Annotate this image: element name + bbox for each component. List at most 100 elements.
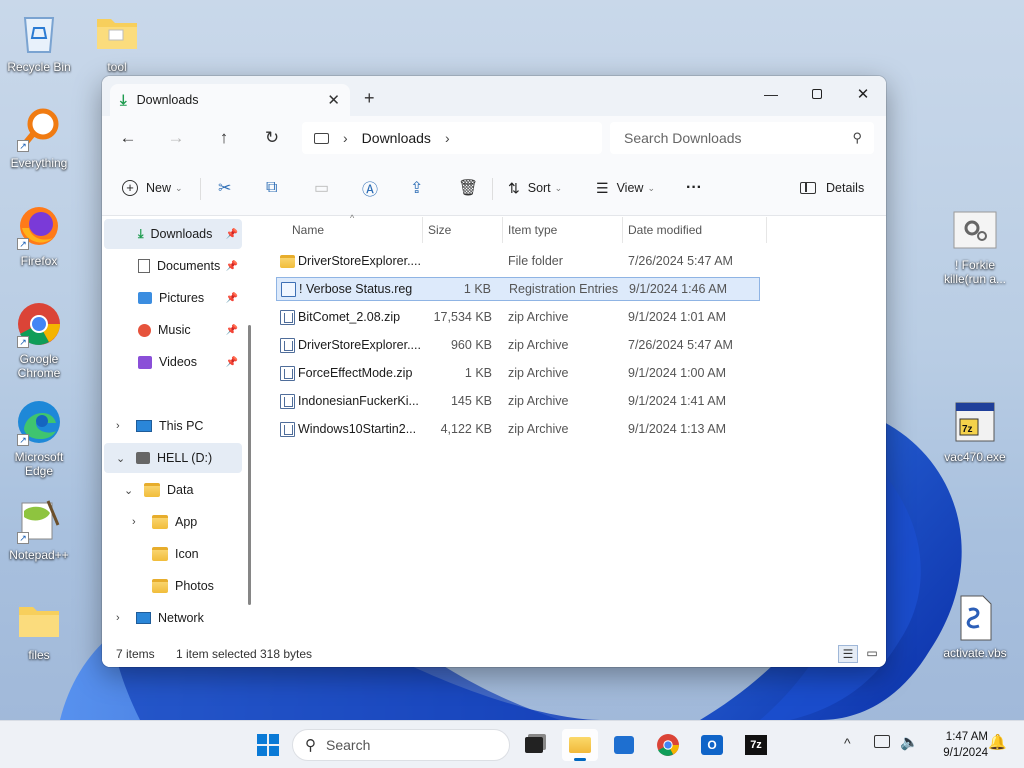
file-row[interactable]: ForceEffectMode.zip 1 KB zip Archive 9/1… [276, 361, 760, 385]
column-header-date[interactable]: Date modified [628, 217, 702, 243]
desktop-icon-files[interactable]: files [0, 596, 78, 662]
column-header-type[interactable]: Item type [508, 217, 557, 243]
sidebar-item-drive-d[interactable]: ⌄ HELL (D:) [104, 443, 242, 473]
maximize-button[interactable] [794, 80, 840, 108]
share-button[interactable]: ⇪ [410, 174, 423, 202]
file-type: zip Archive [508, 366, 569, 380]
sort-label: Sort [527, 181, 551, 195]
taskbar-search[interactable]: ⚲ Search [292, 729, 510, 761]
back-button[interactable]: ← [114, 126, 142, 150]
taskbar-outlook[interactable]: O [694, 729, 730, 761]
desktop-icon-label: Microsoft Edge [14, 450, 64, 478]
sidebar-scrollbar[interactable] [248, 325, 251, 605]
close-button[interactable]: ✕ [840, 80, 886, 108]
notification-bell-icon[interactable]: 🔔 [988, 733, 1007, 751]
chevron-right-icon[interactable]: › [116, 612, 120, 624]
new-tab-button[interactable]: + [364, 88, 375, 109]
file-row[interactable]: BitComet_2.08.zip 17,534 KB zip Archive … [276, 305, 760, 329]
chevron-down-icon[interactable]: ⌄ [124, 484, 133, 497]
installer-icon: 7z [951, 398, 999, 446]
column-header-size[interactable]: Size [428, 217, 451, 243]
sidebar-item-app[interactable]: › App [104, 507, 242, 537]
volume-icon[interactable]: 🔈 [900, 733, 919, 751]
column-header-name[interactable]: Name [292, 217, 324, 243]
sort-button[interactable]: ⇅ Sort ⌄ [508, 174, 562, 202]
sidebar-item-this-pc[interactable]: › This PC [104, 411, 242, 441]
up-button[interactable]: ↑ [210, 126, 238, 150]
share-icon: ⇪ [410, 180, 424, 197]
tiles-view-button[interactable]: ▭ [862, 645, 882, 663]
sidebar-item-data[interactable]: ⌄ Data [104, 475, 242, 505]
file-row[interactable]: DriverStoreExplorer.... 960 KB zip Archi… [276, 333, 760, 357]
chevron-right-icon[interactable]: › [116, 420, 120, 432]
tab-title: Downloads [136, 93, 199, 107]
close-tab-icon[interactable]: ✕ [327, 91, 340, 109]
forward-button[interactable]: → [162, 126, 190, 150]
taskbar-microsoft-store[interactable] [606, 729, 642, 761]
file-size: 1 KB [464, 366, 492, 380]
pin-icon: 📌 [225, 324, 238, 336]
sidebar-item-documents[interactable]: Documents 📌 [104, 251, 242, 281]
chevron-down-icon[interactable]: ⌄ [116, 452, 125, 465]
desktop-icon-activate-vbs[interactable]: activate.vbs [936, 594, 1014, 660]
title-bar: ⤓ Downloads ✕ + — ✕ [102, 76, 886, 116]
sidebar-item-pictures[interactable]: Pictures 📌 [104, 283, 242, 313]
sidebar-item-downloads[interactable]: ⤓ Downloads 📌 [104, 219, 242, 249]
sidebar-item-icon[interactable]: Icon [104, 539, 242, 569]
file-type: zip Archive [508, 394, 569, 408]
minimize-button[interactable]: — [748, 80, 794, 108]
search-input[interactable]: Search Downloads ⚲ [610, 122, 874, 154]
desktop-icon-everything[interactable]: ↗ Everything [0, 104, 78, 170]
task-view-button[interactable] [516, 729, 552, 761]
refresh-button[interactable]: ↻ [258, 126, 286, 150]
file-name: ! Verbose Status.reg [299, 282, 413, 296]
more-options-button[interactable]: ··· [686, 174, 702, 202]
new-button[interactable]: + New ⌄ [122, 174, 183, 202]
file-row[interactable]: Windows10Startin2... 4,122 KB zip Archiv… [276, 417, 760, 441]
settings-file-icon [951, 206, 999, 254]
outlook-icon: O [701, 735, 723, 755]
start-button[interactable] [250, 729, 286, 761]
tab-downloads[interactable]: ⤓ Downloads ✕ [110, 84, 350, 116]
file-row[interactable]: IndonesianFuckerKi... 145 KB zip Archive… [276, 389, 760, 413]
taskbar-file-explorer[interactable] [562, 729, 598, 761]
sidebar-item-videos[interactable]: Videos 📌 [104, 347, 242, 377]
column-divider[interactable] [422, 217, 423, 243]
address-bar[interactable]: › Downloads › [302, 122, 602, 154]
address-segment-downloads[interactable]: Downloads [362, 130, 431, 146]
column-divider[interactable] [622, 217, 623, 243]
taskbar-chrome[interactable] [650, 729, 686, 761]
folder-icon [280, 254, 295, 268]
view-button[interactable]: ☰ View ⌄ [596, 174, 655, 202]
rename-button[interactable]: Ⓐ [362, 174, 378, 202]
delete-button[interactable]: 🗑 [458, 174, 478, 202]
paste-button[interactable]: ▭ [314, 174, 329, 202]
desktop-icon-recycle-bin[interactable]: Recycle Bin [0, 8, 78, 74]
chevron-right-icon[interactable]: › [132, 516, 136, 528]
desktop-icon-notepad-plus-plus[interactable]: ↗ Notepad++ [0, 496, 78, 562]
network-status-icon[interactable] [874, 735, 890, 748]
column-divider[interactable] [502, 217, 503, 243]
sidebar-item-photos[interactable]: Photos [104, 571, 242, 601]
sidebar-item-network[interactable]: › Network [104, 603, 242, 633]
file-size: 17,534 KB [433, 310, 492, 324]
details-pane-button[interactable]: Details [800, 174, 864, 202]
script-file-icon [951, 594, 999, 642]
column-divider[interactable] [766, 217, 767, 243]
desktop-icon-forkie[interactable]: ! Forkie kille(run a... [936, 206, 1014, 286]
desktop-icon-tool[interactable]: tool [78, 8, 156, 74]
desktop-icon-google-chrome[interactable]: ↗ Google Chrome [0, 300, 78, 380]
desktop-icon-firefox[interactable]: ↗ Firefox [0, 202, 78, 268]
sidebar-item-music[interactable]: Music 📌 [104, 315, 242, 345]
file-row-selected[interactable]: ! Verbose Status.reg 1 KB Registration E… [276, 277, 760, 301]
desktop-icon-vac470[interactable]: 7z vac470.exe [936, 398, 1014, 464]
clock[interactable]: 1:47 AM 9/1/2024 [928, 729, 988, 761]
monitor-icon [314, 132, 329, 144]
taskbar-7zip[interactable]: 7z [738, 729, 774, 761]
copy-button[interactable]: ⧉ [266, 174, 277, 202]
desktop-icon-microsoft-edge[interactable]: ↗ Microsoft Edge [0, 398, 78, 478]
show-hidden-icons-button[interactable]: ^ [844, 735, 851, 751]
file-row[interactable]: DriverStoreExplorer.... File folder 7/26… [276, 249, 760, 273]
details-view-button[interactable]: ☰ [838, 645, 858, 663]
cut-button[interactable]: ✂ [218, 174, 231, 202]
